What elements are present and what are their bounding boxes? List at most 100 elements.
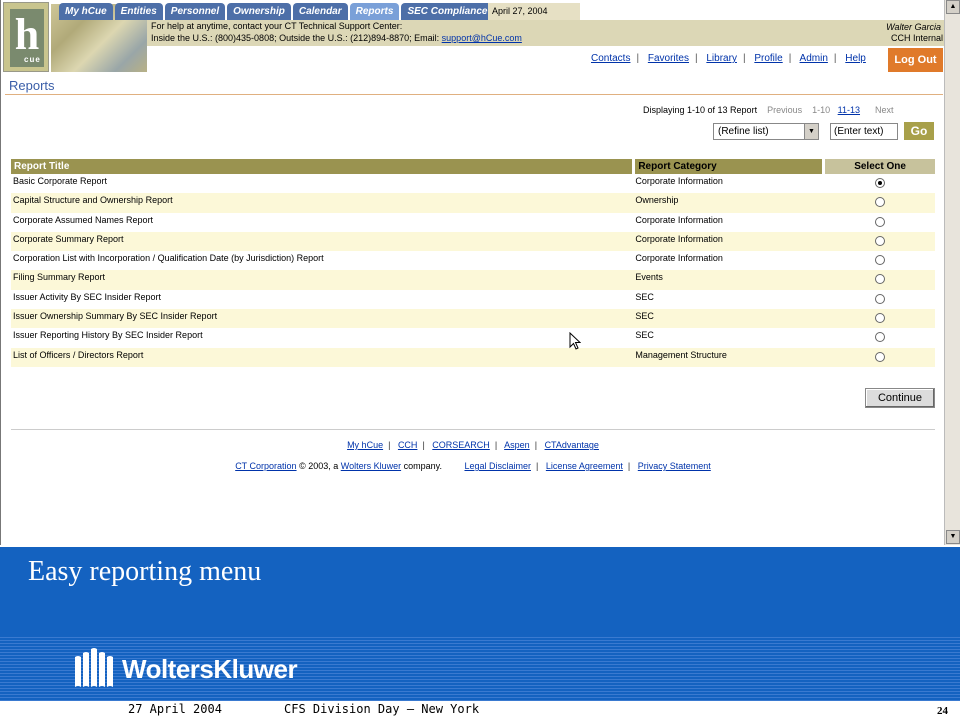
select-radio[interactable]	[875, 332, 886, 343]
tab-my-hcue[interactable]: My hCue	[59, 3, 113, 20]
report-title: Capital Structure and Ownership Report	[13, 195, 173, 206]
title-divider	[5, 94, 943, 95]
select-radio[interactable]	[875, 351, 886, 362]
report-category: Corporate Information	[635, 214, 723, 225]
report-title: List of Officers / Directors Report	[13, 349, 144, 360]
chevron-down-icon[interactable]: ▼	[804, 124, 818, 139]
report-title: Issuer Ownership Summary By SEC Insider …	[13, 311, 218, 322]
footer-link-my-hcue[interactable]: My hCue	[347, 440, 383, 450]
user-name: Walter Garcia	[886, 22, 941, 32]
footer-divider	[11, 429, 935, 430]
footer-link-ctadvantage[interactable]: CTAdvantage	[545, 440, 599, 450]
footer-link-aspen[interactable]: Aspen	[504, 440, 530, 450]
paging-count: Displaying 1-10 of 13 Report	[643, 105, 758, 115]
report-category: Corporate Information	[635, 176, 723, 186]
tab-reports[interactable]: Reports	[349, 3, 400, 20]
scroll-up-icon[interactable]: ▲	[946, 0, 960, 14]
header-date: April 27, 2004	[488, 3, 580, 20]
report-title: Issuer Activity By SEC Insider Report	[13, 291, 162, 302]
link-profile[interactable]: Profile	[754, 53, 782, 64]
report-title: Basic Corporate Report	[13, 176, 108, 186]
slide-event: CFS Division Day – New York	[284, 702, 480, 716]
scroll-down-icon[interactable]: ▼	[946, 530, 960, 544]
table-row: Basic Corporate Report Corporate Informa…	[11, 174, 935, 193]
refine-list-select[interactable]: (Refine list) ▼	[713, 123, 819, 140]
table-header: Report Title Report Category Select One	[11, 159, 935, 174]
tab-sec-compliance[interactable]: SEC Compliance	[401, 3, 494, 20]
select-radio[interactable]	[875, 178, 886, 188]
page-title: Reports	[9, 78, 55, 93]
footer-link-license-agreement[interactable]: License Agreement	[546, 461, 623, 471]
tab-entities[interactable]: Entities	[114, 3, 163, 20]
table-row: Corporation List with Incorporation / Qu…	[11, 251, 935, 270]
logo-sub: cue	[24, 55, 41, 64]
hcue-logo[interactable]: h cue	[3, 2, 49, 72]
footer-link-cch[interactable]: CCH	[398, 440, 418, 450]
report-category: Ownership	[635, 195, 679, 206]
report-table: Report Title Report Category Select One …	[11, 159, 935, 367]
link-admin[interactable]: Admin	[800, 53, 828, 64]
logout-button[interactable]: Log Out	[888, 48, 943, 72]
report-title: Filing Summary Report	[13, 272, 106, 283]
help-bar: For help at anytime, contact your CT Tec…	[147, 20, 944, 46]
paging-current: 1-10	[812, 105, 831, 115]
paging-next-range-link[interactable]: 11-13	[838, 105, 860, 115]
paging-previous: Previous	[767, 105, 803, 115]
refine-list-value: (Refine list)	[718, 126, 769, 137]
header-report-category[interactable]: Report Category	[635, 159, 823, 174]
table-row: Issuer Ownership Summary By SEC Insider …	[11, 309, 935, 329]
report-title: Corporate Assumed Names Report	[13, 214, 154, 225]
wolters-kluwer-mark-icon	[75, 648, 113, 687]
table-row: Capital Structure and Ownership Report O…	[11, 193, 935, 213]
select-radio[interactable]	[875, 293, 886, 304]
report-category: SEC	[635, 330, 654, 341]
tab-ownership[interactable]: Ownership	[227, 3, 291, 20]
table-row: Issuer Reporting History By SEC Insider …	[11, 328, 935, 347]
support-email-link[interactable]: support@hCue.com	[442, 33, 522, 43]
link-help[interactable]: Help	[845, 53, 866, 64]
help-line-2: Inside the U.S.: (800)435-0808; Outside …	[151, 33, 522, 43]
table-row: Corporate Summary Report Corporate Infor…	[11, 231, 935, 252]
help-phone-text: Inside the U.S.: (800)435-0808; Outside …	[151, 33, 442, 43]
go-button[interactable]: Go	[904, 122, 934, 140]
copyright-text: © 2003, a	[296, 461, 341, 471]
select-radio[interactable]	[875, 235, 886, 246]
select-radio[interactable]	[875, 255, 886, 266]
table-row: Corporate Assumed Names Report Corporate…	[11, 213, 935, 232]
report-title: Corporate Summary Report	[13, 233, 124, 244]
slide-footer: 27 April 2004 CFS Division Day – New Yor…	[0, 701, 960, 720]
table-row: Filing Summary Report Events	[11, 270, 935, 290]
footer-link-legal-disclaimer[interactable]: Legal Disclaimer	[464, 461, 531, 471]
search-text-input[interactable]: (Enter text)	[830, 123, 898, 140]
report-category: Management Structure	[635, 349, 727, 360]
browser-window: h cue My hCue Entities Personnel Ownersh…	[0, 0, 944, 545]
footer-link-privacy-statement[interactable]: Privacy Statement	[638, 461, 711, 471]
table-row: List of Officers / Directors Report Mana…	[11, 347, 935, 367]
select-radio[interactable]	[875, 313, 886, 324]
report-category: Corporate Information	[635, 253, 723, 264]
report-title: Issuer Reporting History By SEC Insider …	[13, 330, 203, 341]
link-library[interactable]: Library	[706, 53, 737, 64]
footer-link-ct-corporation[interactable]: CT Corporation	[235, 461, 296, 471]
select-radio[interactable]	[875, 216, 886, 227]
vertical-scrollbar[interactable]: ▲ ▼	[944, 0, 960, 545]
select-radio[interactable]	[875, 274, 886, 285]
wolters-kluwer-logo: WoltersKluwer	[72, 646, 298, 692]
tab-calendar[interactable]: Calendar	[292, 3, 348, 20]
footer-legal: CT Corporation © 2003, a Wolters Kluwer …	[235, 461, 711, 471]
slide-date: 27 April 2004	[128, 702, 222, 716]
help-line-1: For help at anytime, contact your CT Tec…	[151, 21, 403, 31]
report-category: SEC	[635, 311, 654, 322]
wolters-kluwer-wordmark: WoltersKluwer	[122, 653, 298, 684]
continue-button[interactable]: Continue	[865, 388, 935, 408]
select-radio[interactable]	[875, 197, 886, 208]
top-links: Contacts | Favorites | Library | Profile | A…	[591, 53, 866, 64]
tab-personnel[interactable]: Personnel	[164, 3, 226, 20]
footer-link-wolters-kluwer[interactable]: Wolters Kluwer	[341, 461, 401, 471]
slide-caption: Easy reporting menu	[28, 556, 262, 587]
link-favorites[interactable]: Favorites	[648, 53, 689, 64]
header-report-title[interactable]: Report Title	[11, 159, 633, 174]
footer-link-corsearch[interactable]: CORSEARCH	[432, 440, 490, 450]
footer-links: My hCue | CCH | CORSEARCH | Aspen | CTAdvant…	[347, 440, 599, 450]
link-contacts[interactable]: Contacts	[591, 53, 630, 64]
